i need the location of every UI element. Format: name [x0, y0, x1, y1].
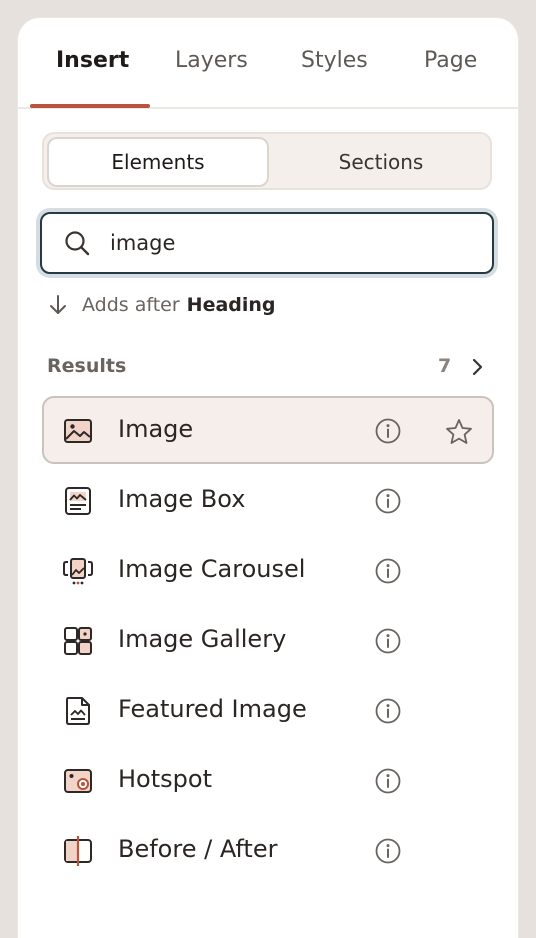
- info-icon[interactable]: [374, 837, 402, 865]
- result-item-label: Before / After: [118, 835, 278, 863]
- sections-toggle-button[interactable]: Sections: [272, 137, 490, 187]
- results-label: Results: [47, 355, 127, 377]
- elements-sections-toggle: Elements Sections: [42, 132, 492, 190]
- info-icon[interactable]: [374, 417, 402, 445]
- image-carousel-icon: [63, 558, 93, 585]
- tab-insert[interactable]: Insert: [56, 48, 129, 73]
- info-icon[interactable]: [374, 697, 402, 725]
- result-item-label: Image Gallery: [118, 625, 287, 653]
- star-icon[interactable]: [444, 417, 474, 447]
- result-item-image-carousel[interactable]: Image Carousel: [42, 536, 494, 606]
- elements-toggle-button[interactable]: Elements: [47, 137, 269, 187]
- insert-position-hint: Adds after Heading: [48, 292, 276, 318]
- result-item-label: Image Carousel: [118, 555, 306, 583]
- result-item-image[interactable]: Image: [42, 396, 494, 464]
- result-item-featured-image[interactable]: Featured Image: [42, 676, 494, 746]
- active-tab-indicator: [30, 104, 150, 108]
- image-box-icon: [65, 487, 91, 515]
- image-gallery-icon: [64, 627, 92, 655]
- info-icon[interactable]: [374, 767, 402, 795]
- before-after-icon: [64, 836, 92, 866]
- tab-styles[interactable]: Styles: [301, 48, 368, 73]
- info-icon[interactable]: [374, 557, 402, 585]
- insert-panel: Insert Layers Styles Page Elements Secti…: [18, 18, 518, 938]
- result-item-image-box[interactable]: Image Box: [42, 466, 494, 536]
- arrow-down-icon: [50, 295, 66, 314]
- tab-page[interactable]: Page: [424, 48, 477, 73]
- results-count: 7: [438, 355, 452, 377]
- featured-image-icon: [66, 697, 90, 725]
- results-list: Image Image Box Image Carousel Image Gal…: [42, 396, 494, 886]
- chevron-right-icon[interactable]: [470, 357, 486, 377]
- result-item-label: Hotspot: [118, 765, 212, 793]
- result-item-before-after[interactable]: Before / After: [42, 816, 494, 886]
- image-icon: [64, 419, 92, 443]
- panel-tabs: Insert Layers Styles Page: [18, 18, 518, 109]
- info-icon[interactable]: [374, 627, 402, 655]
- insert-hint-target: Heading: [186, 294, 276, 316]
- search-icon: [65, 231, 90, 256]
- search-box: [40, 212, 494, 274]
- info-icon[interactable]: [374, 487, 402, 515]
- search-input[interactable]: [110, 224, 470, 262]
- result-item-image-gallery[interactable]: Image Gallery: [42, 606, 494, 676]
- result-item-label: Image Box: [118, 485, 246, 513]
- result-item-label: Image: [118, 415, 194, 443]
- result-item-label: Featured Image: [118, 695, 307, 723]
- insert-hint-prefix: Adds after: [82, 294, 180, 316]
- tab-layers[interactable]: Layers: [175, 48, 248, 73]
- result-item-hotspot[interactable]: Hotspot: [42, 746, 494, 816]
- hotspot-icon: [64, 769, 92, 793]
